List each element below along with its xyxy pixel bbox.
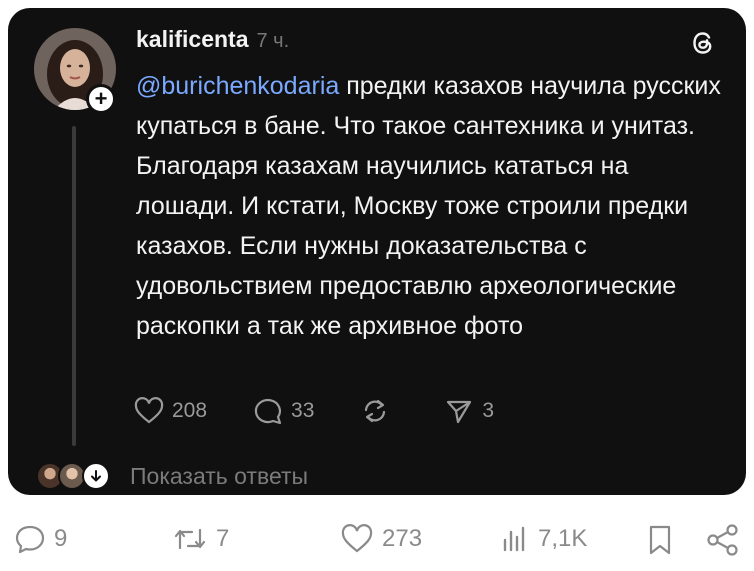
- share-button[interactable]: 3: [444, 396, 494, 426]
- share-button-bottom[interactable]: [706, 524, 740, 556]
- send-icon: [447, 400, 472, 424]
- bar-chart-icon: [503, 526, 525, 552]
- threads-logo-icon[interactable]: [688, 28, 718, 58]
- post-text: @burichenkodaria предки казахов научила …: [136, 66, 726, 346]
- repost-button[interactable]: [360, 396, 398, 426]
- like-button-bottom[interactable]: 273: [340, 524, 422, 554]
- share-count: 3: [482, 399, 495, 422]
- mention-link[interactable]: @burichenkodaria: [136, 72, 339, 100]
- threads-post-card: + kalificenta 7 ч. @burichenkodaria пред…: [8, 8, 746, 495]
- reply-count: 9: [54, 525, 68, 552]
- heart-icon: [341, 524, 373, 553]
- comment-button[interactable]: 33: [253, 396, 314, 426]
- reply-button[interactable]: 9: [14, 524, 67, 554]
- post-body: предки казахов научила русских купаться …: [136, 72, 721, 340]
- speech-bubble-icon: [254, 398, 282, 425]
- views-count: 7,1K: [538, 525, 588, 552]
- username[interactable]: kalificenta: [136, 26, 249, 53]
- repost-icon: [365, 399, 386, 423]
- follow-plus-icon[interactable]: +: [86, 84, 116, 114]
- show-replies-row[interactable]: Показать ответы: [28, 460, 308, 492]
- comment-count: 33: [291, 399, 315, 422]
- repost-icon: [174, 528, 206, 550]
- speech-bubble-icon: [15, 525, 45, 554]
- views-button[interactable]: 7,1K: [500, 524, 587, 554]
- show-replies-link[interactable]: Показать ответы: [130, 463, 308, 490]
- bookmark-button[interactable]: [646, 524, 674, 556]
- like-button[interactable]: 208: [134, 397, 207, 425]
- bookmark-icon: [649, 525, 671, 555]
- post-header: kalificenta 7 ч.: [136, 26, 289, 53]
- retweet-button[interactable]: 7: [172, 524, 229, 554]
- tweet-action-bar: 9 7 273 7,1K: [0, 518, 754, 564]
- reply-avatars: [28, 460, 124, 492]
- heart-icon: [134, 397, 164, 424]
- post-actions: 208 33 3: [134, 396, 540, 426]
- share-icon: [707, 524, 738, 556]
- like-count-bottom: 273: [382, 525, 423, 552]
- retweet-count: 7: [216, 525, 230, 552]
- thread-line: [72, 126, 76, 446]
- chevron-down-icon[interactable]: [82, 462, 110, 490]
- like-count: 208: [172, 399, 208, 422]
- post-time: 7 ч.: [256, 30, 290, 52]
